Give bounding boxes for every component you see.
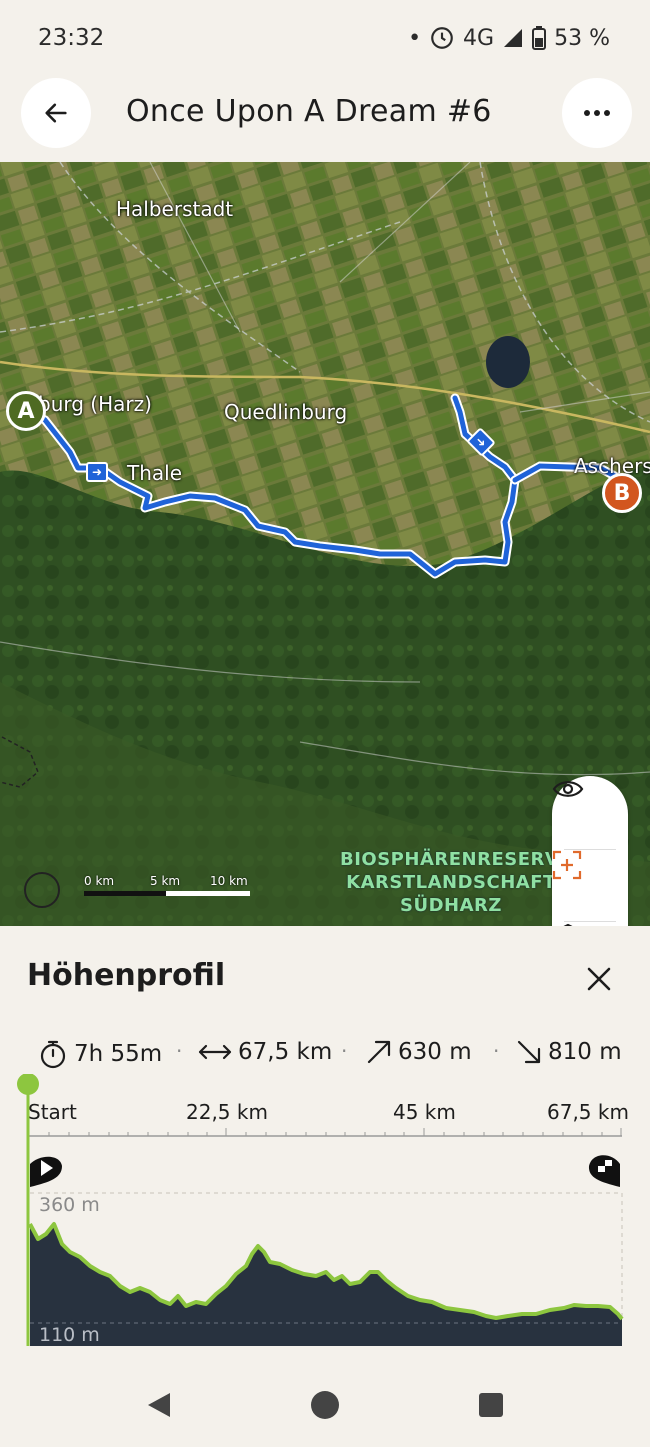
system-nav-bar: [0, 1365, 650, 1447]
scale-label: 0 km: [84, 874, 115, 888]
alarm-icon: [431, 27, 453, 49]
back-triangle-icon: [148, 1393, 170, 1417]
arrow-up-right-icon: [367, 1040, 391, 1064]
close-icon: [587, 967, 611, 991]
scale-label: 5 km: [150, 874, 181, 888]
status-bar: 23:32 • 4G 53 %: [0, 0, 650, 78]
scale-label: 10 km: [210, 874, 248, 888]
elevation-min-label: 110 m: [39, 1324, 100, 1346]
nav-back-button[interactable]: [140, 1385, 180, 1425]
map-label-reserve: BIOSPHÄRENRESERVAT KARSTLANDSCHAFT SÜDHA…: [340, 848, 584, 917]
battery-percent: 53 %: [554, 25, 610, 51]
duration-value: 7h 55m: [74, 1041, 163, 1067]
network-type: 4G: [463, 25, 495, 51]
more-options-button[interactable]: [562, 78, 632, 148]
nav-home-button[interactable]: [305, 1385, 345, 1425]
scale-segment: [84, 891, 166, 896]
stat-separator: ·: [493, 1039, 500, 1063]
reserve-line: BIOSPHÄRENRESERVAT: [340, 849, 584, 870]
battery-icon: [532, 26, 547, 50]
horizontal-arrows-icon: [198, 1044, 232, 1060]
direction-marker: ➜: [86, 462, 108, 482]
status-icons: • 4G 53 %: [408, 25, 610, 51]
visibility-button[interactable]: [552, 778, 628, 850]
compass-icon[interactable]: [24, 872, 60, 908]
recents-square-icon: [479, 1393, 503, 1417]
finish-flag-icon: [588, 1155, 620, 1187]
stat-distance: 67,5 km: [198, 1039, 332, 1065]
start-flag-icon: [30, 1156, 62, 1187]
zoom-to-route-button[interactable]: [552, 850, 628, 922]
map-label-thale: Thale: [127, 461, 183, 485]
map-label-blankenburg: burg (Harz): [38, 392, 152, 416]
map-scale-bar: 0 km 5 km 10 km: [84, 874, 250, 896]
tour-stats: 7h 55m · 67,5 km · 630 m · 810 m: [38, 1039, 638, 1073]
top-app-bar: Once Upon A Dream #6: [0, 78, 650, 162]
signal-icon: [504, 29, 523, 47]
eye-icon: [552, 781, 584, 797]
ascent-value: 630 m: [398, 1039, 472, 1065]
map-tools: [552, 776, 628, 926]
reserve-line: KARSTLANDSCHAFT: [346, 872, 556, 893]
stat-ascent: 630 m: [366, 1039, 472, 1065]
scale-segment: [166, 891, 250, 896]
stat-separator: ·: [341, 1039, 348, 1063]
sheet-title: Höhenprofil: [27, 958, 226, 993]
status-time: 23:32: [38, 25, 105, 51]
start-pin[interactable]: A: [6, 391, 46, 431]
nav-recents-button[interactable]: [471, 1385, 511, 1425]
close-button[interactable]: [580, 960, 618, 998]
stopwatch-icon: [40, 1040, 66, 1069]
map-label-halberstadt: Halberstadt: [116, 197, 234, 221]
home-circle-icon: [311, 1391, 339, 1419]
map-label-quedlinburg: Quedlinburg: [224, 400, 348, 424]
tour-title: Once Upon A Dream #6: [126, 94, 492, 129]
elevation-max-label: 360 m: [39, 1194, 100, 1216]
reserve-line: SÜDHARZ: [400, 895, 502, 916]
end-pin[interactable]: B: [602, 473, 642, 513]
arrow-down-right-icon: [517, 1040, 541, 1064]
elevation-profile[interactable]: Start 22,5 km 45 km 67,5 km 360 m 110 m: [0, 1074, 650, 1354]
stat-descent: 810 m: [516, 1039, 622, 1065]
distance-value: 67,5 km: [238, 1039, 333, 1065]
back-button[interactable]: [21, 78, 91, 148]
notification-dot: •: [408, 25, 422, 51]
focus-add-icon: [552, 850, 582, 880]
map-view[interactable]: Halberstadt burg (Harz) Quedlinburg Thal…: [0, 162, 650, 926]
more-horizontal-icon: [584, 110, 610, 116]
stat-separator: ·: [176, 1039, 183, 1063]
arrow-left-icon: [45, 103, 67, 123]
stat-duration: 7h 55m: [38, 1039, 162, 1069]
descent-value: 810 m: [548, 1039, 622, 1065]
